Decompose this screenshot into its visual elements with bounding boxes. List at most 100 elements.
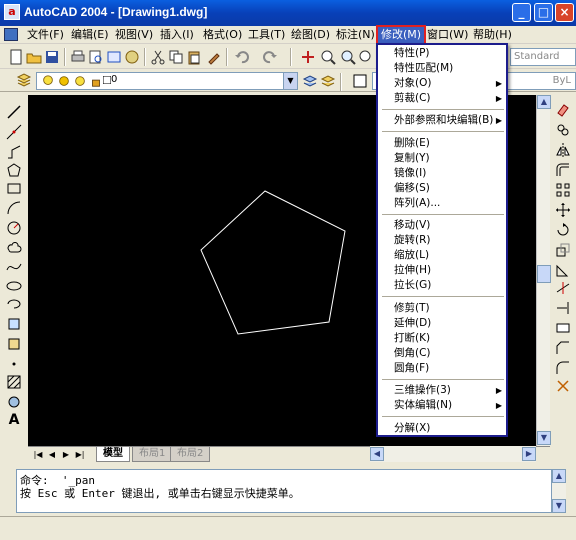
construction-line-icon[interactable]	[6, 124, 22, 140]
layer-on-bulb-icon[interactable]	[41, 74, 55, 88]
layer-dropdown[interactable]: 0 ▼	[36, 72, 298, 90]
polyline-icon[interactable]	[6, 144, 22, 160]
undo-icon[interactable]	[234, 49, 250, 65]
copy-icon[interactable]	[168, 49, 184, 65]
menu-item-explode[interactable]: 分解(X)	[380, 421, 504, 436]
menu-item-scale[interactable]: 缩放(L)	[380, 248, 504, 263]
open-folder-icon[interactable]	[26, 49, 42, 65]
print-preview-icon[interactable]	[88, 49, 104, 65]
cmd-scroll-down-icon[interactable]: ▼	[552, 499, 566, 513]
make-block-icon[interactable]	[6, 336, 22, 352]
command-scrollbar[interactable]: ▲ ▼	[552, 469, 566, 513]
stretch-icon[interactable]	[555, 262, 571, 278]
menu-file[interactable]: 文件(F)	[24, 27, 67, 43]
menu-window[interactable]: 窗口(W)	[424, 27, 471, 43]
menu-tools[interactable]: 工具(T)	[245, 27, 288, 43]
document-icon[interactable]	[4, 28, 18, 41]
menu-item-3d-operation[interactable]: 三维操作(3) ▶	[380, 383, 504, 398]
text-style-box[interactable]: Standard	[510, 48, 576, 66]
pentagon-shape[interactable]	[200, 190, 346, 335]
command-window[interactable]: 命令: '_pan 按 Esc 或 Enter 键退出, 或单击右键显示快捷菜单…	[16, 469, 552, 513]
circle-icon[interactable]	[6, 220, 22, 236]
menu-draw[interactable]: 绘图(D)	[288, 27, 333, 43]
spline-icon[interactable]	[6, 258, 22, 274]
layer-unlock-icon[interactable]	[89, 74, 103, 88]
menu-edit[interactable]: 编辑(E)	[68, 27, 112, 43]
design-center-icon[interactable]	[124, 49, 140, 65]
vertical-scrollbar[interactable]: ▲ ▼	[536, 95, 551, 446]
menu-item-copy[interactable]: 复制(Y)	[380, 151, 504, 166]
menu-item-break[interactable]: 打断(K)	[380, 331, 504, 346]
menu-item-stretch[interactable]: 拉伸(H)	[380, 263, 504, 278]
color-control-icon[interactable]	[352, 73, 368, 89]
minimize-button[interactable]: _	[512, 3, 531, 22]
polygon-icon[interactable]	[6, 162, 22, 178]
autocad-logo-icon[interactable]: a	[4, 4, 20, 20]
last-tab-icon[interactable]: ▶|	[74, 448, 86, 461]
tab-layout2[interactable]: 布局2	[170, 447, 211, 462]
new-file-icon[interactable]	[8, 49, 24, 65]
tab-model[interactable]: 模型	[96, 447, 130, 462]
extend-icon[interactable]	[555, 300, 571, 316]
close-button[interactable]: ×	[555, 3, 574, 22]
scroll-thumb[interactable]	[537, 265, 551, 283]
multiline-text-icon[interactable]: A	[6, 412, 22, 428]
chevron-down-icon[interactable]: ▼	[283, 73, 297, 89]
menu-item-properties[interactable]: 特性(P)	[380, 46, 504, 61]
menu-item-trim[interactable]: 修剪(T)	[380, 301, 504, 316]
ellipse-icon[interactable]	[6, 278, 22, 294]
region-icon[interactable]	[6, 394, 22, 410]
maximize-button[interactable]: □	[534, 3, 553, 22]
ellipse-arc-icon[interactable]	[6, 296, 22, 312]
menu-item-object[interactable]: 对象(O) ▶	[380, 76, 504, 91]
layer-manager-icon[interactable]	[16, 73, 32, 89]
rectangle-icon[interactable]	[6, 180, 22, 196]
layer-thaw-sun-icon[interactable]	[57, 74, 71, 88]
rotate-icon[interactable]	[555, 222, 571, 238]
fillet-icon[interactable]	[555, 360, 571, 376]
pan-icon[interactable]	[300, 49, 316, 65]
publish-icon[interactable]	[106, 49, 122, 65]
chamfer-icon[interactable]	[555, 340, 571, 356]
zoom-realtime-icon[interactable]	[320, 49, 336, 65]
menu-item-match-properties[interactable]: 特性匹配(M)	[380, 61, 504, 76]
scroll-up-arrow-icon[interactable]: ▲	[537, 95, 551, 109]
redo-icon[interactable]	[262, 49, 278, 65]
menu-item-chamfer[interactable]: 倒角(C)	[380, 346, 504, 361]
line-tool-icon[interactable]	[6, 104, 22, 120]
array-icon[interactable]	[555, 182, 571, 198]
match-properties-icon[interactable]	[206, 49, 222, 65]
paste-icon[interactable]	[186, 49, 202, 65]
move-icon[interactable]	[555, 202, 571, 218]
point-icon[interactable]	[6, 356, 22, 372]
revision-cloud-icon[interactable]	[6, 240, 22, 256]
menu-view[interactable]: 视图(V)	[112, 27, 156, 43]
horizontal-scrollbar[interactable]: ◀ ▶	[370, 446, 536, 462]
scroll-down-arrow-icon[interactable]: ▼	[537, 431, 551, 445]
menu-insert[interactable]: 插入(I)	[157, 27, 197, 43]
copy-object-icon[interactable]	[555, 122, 571, 138]
erase-icon[interactable]	[555, 102, 571, 118]
menu-item-erase[interactable]: 删除(E)	[380, 136, 504, 151]
layer-viewport-icon[interactable]	[73, 74, 87, 88]
scroll-right-arrow-icon[interactable]: ▶	[522, 447, 536, 461]
menu-item-solid-edit[interactable]: 实体编辑(N) ▶	[380, 398, 504, 413]
arc-icon[interactable]	[6, 200, 22, 216]
menu-help[interactable]: 帮助(H)	[470, 27, 515, 43]
offset-icon[interactable]	[555, 162, 571, 178]
menu-item-mirror[interactable]: 镜像(I)	[380, 166, 504, 181]
menu-item-lengthen[interactable]: 拉长(G)	[380, 278, 504, 293]
trim-icon[interactable]	[555, 280, 571, 296]
zoom-previous-icon[interactable]	[358, 49, 374, 65]
scroll-left-arrow-icon[interactable]: ◀	[370, 447, 384, 461]
explode-icon[interactable]	[555, 378, 571, 394]
prev-tab-icon[interactable]: ◀	[46, 448, 58, 461]
menu-item-fillet[interactable]: 圆角(F)	[380, 361, 504, 376]
menu-dimension[interactable]: 标注(N)	[333, 27, 378, 43]
menu-modify[interactable]: 修改(M)	[375, 25, 427, 45]
next-tab-icon[interactable]: ▶	[60, 448, 72, 461]
tab-layout1[interactable]: 布局1	[132, 447, 173, 462]
scale-icon[interactable]	[555, 242, 571, 258]
menu-item-offset[interactable]: 偏移(S)	[380, 181, 504, 196]
menu-item-clip[interactable]: 剪裁(C) ▶	[380, 91, 504, 106]
